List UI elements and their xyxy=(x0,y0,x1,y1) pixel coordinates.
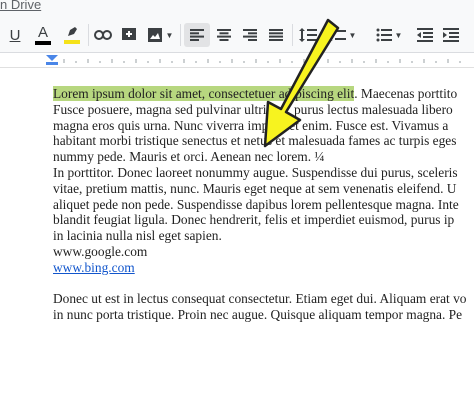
annotation-arrow-icon xyxy=(263,18,340,148)
